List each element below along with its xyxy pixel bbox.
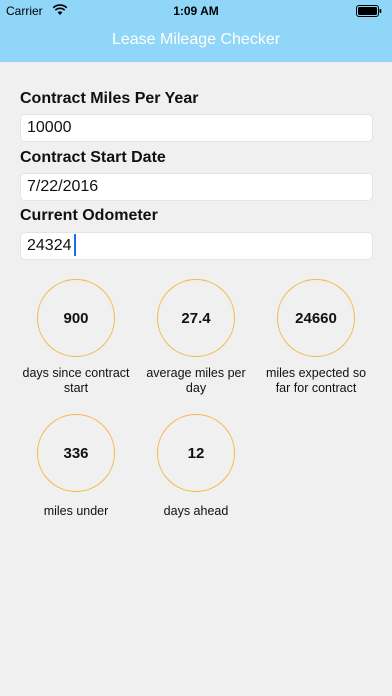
text-cursor xyxy=(74,234,76,256)
start-date-input[interactable] xyxy=(20,173,373,201)
stat-caption: days ahead xyxy=(163,504,229,518)
stat-caption: days since contract start xyxy=(22,366,130,395)
miles-per-year-label: Contract Miles Per Year xyxy=(20,90,199,107)
status-bar: Carrier 1:09 AM xyxy=(0,0,392,22)
miles-per-year-input[interactable] xyxy=(20,114,373,142)
stat-caption: miles expected so far for contract xyxy=(265,366,367,395)
stat-miles-under: 336 miles under xyxy=(11,414,141,519)
stat-value: 12 xyxy=(157,414,235,492)
stat-miles-expected: 24660 miles expected so far for contract xyxy=(251,279,381,396)
nav-header: Carrier 1:09 AM Lease Mileage Checker xyxy=(0,0,392,62)
start-date-label: Contract Start Date xyxy=(20,149,166,166)
clock-time: 1:09 AM xyxy=(173,4,219,18)
stat-days-ahead: 12 days ahead xyxy=(131,414,261,519)
stat-value: 900 xyxy=(37,279,115,357)
stat-value: 336 xyxy=(37,414,115,492)
stat-value: 27.4 xyxy=(157,279,235,357)
page-title: Lease Mileage Checker xyxy=(111,31,281,48)
odometer-label: Current Odometer xyxy=(20,207,158,224)
stat-caption: miles under xyxy=(43,504,109,518)
stat-value: 24660 xyxy=(277,279,355,357)
odometer-input[interactable] xyxy=(20,232,373,260)
stat-days-since-start: 900 days since contract start xyxy=(11,279,141,396)
stat-caption: average miles per day xyxy=(146,366,246,395)
battery-icon xyxy=(356,5,382,17)
stat-avg-miles-per-day: 27.4 average miles per day xyxy=(131,279,261,396)
